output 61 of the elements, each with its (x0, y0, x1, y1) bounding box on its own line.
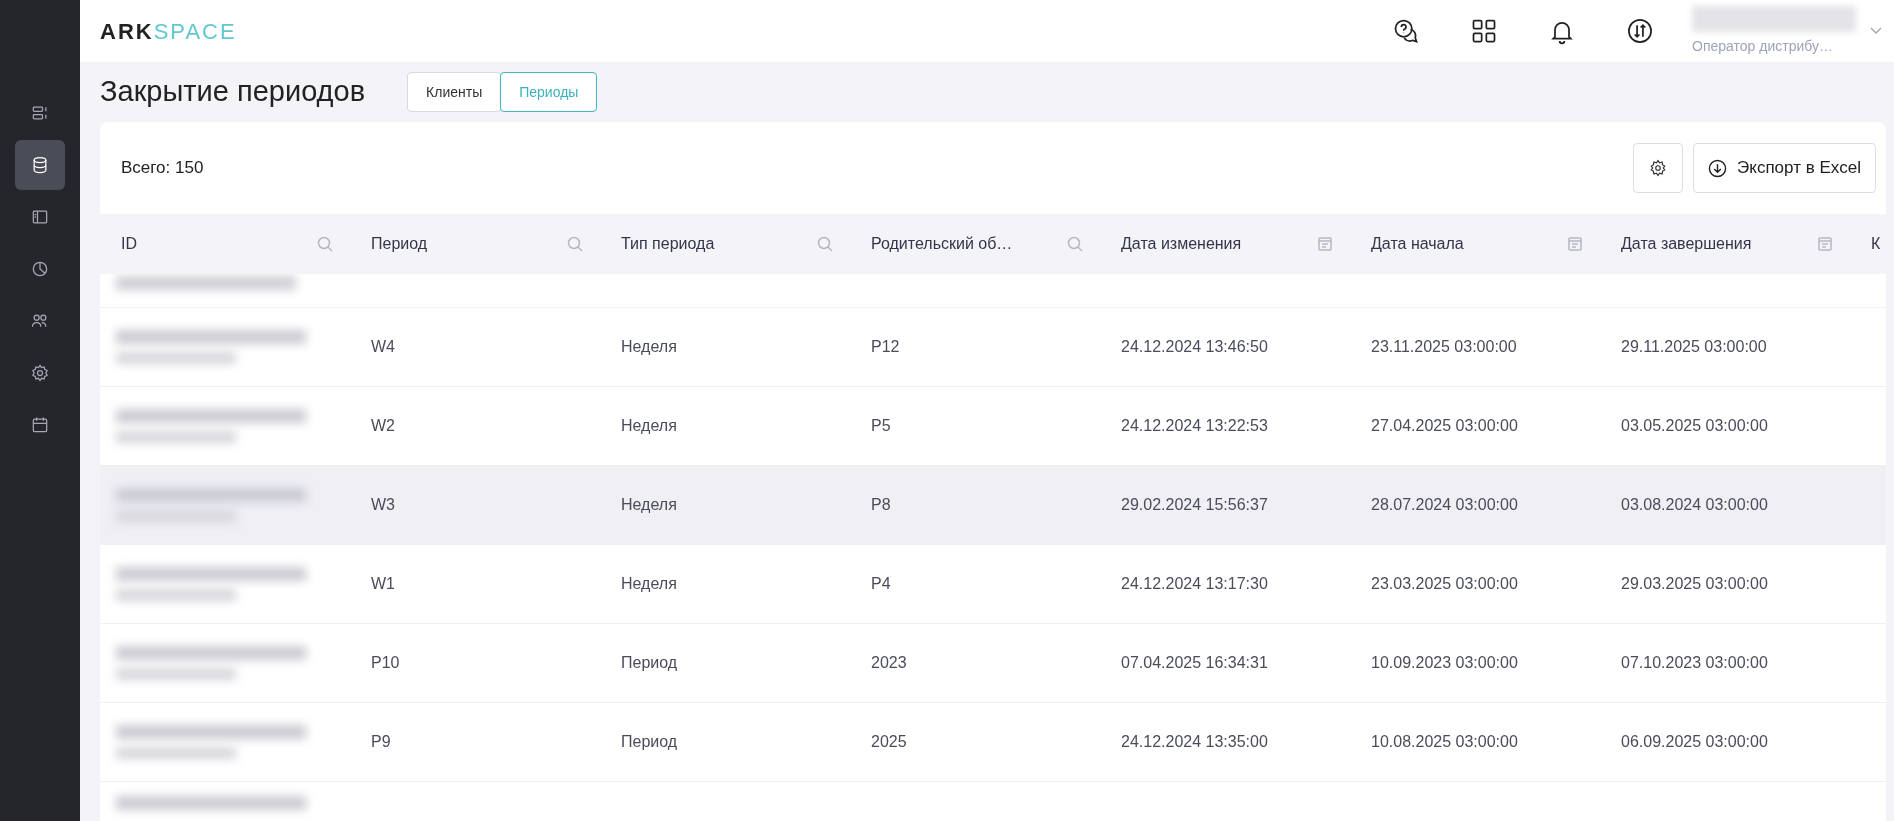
table-cell-text: 2025 (871, 732, 907, 752)
calendar-icon (30, 415, 50, 435)
pie-chart-icon (30, 259, 50, 279)
table-cell-text: 23.11.2025 03:00:00 (1371, 337, 1517, 357)
table-cell-text: P12 (871, 337, 900, 357)
table-cell-text: 03.08.2024 03:00:00 (1621, 495, 1768, 515)
logo: ARKSPACE (100, 17, 237, 46)
table-cell-text: Неделя (621, 574, 677, 594)
settings-button[interactable] (1633, 143, 1684, 193)
table-cell-text: 07.04.2025 16:34:31 (1121, 653, 1268, 673)
table-cell-text: P9 (371, 732, 391, 752)
column-header[interactable]: Дата начала (1371, 232, 1464, 256)
table-cell-text: Неделя (621, 337, 677, 357)
column-header[interactable]: Тип периода (621, 232, 715, 256)
column-header[interactable]: Дата завершения (1621, 232, 1752, 256)
table-cell-text: 2023 (871, 653, 907, 673)
table-cell-text: P5 (871, 416, 891, 436)
table-cell-text: Период (621, 653, 678, 673)
table-cell-text: W2 (371, 416, 395, 436)
table-cell-text: P8 (871, 495, 891, 515)
table-cell-text: P4 (871, 574, 891, 594)
table-cell-text: W3 (371, 495, 395, 515)
table-cell-text: P10 (371, 653, 400, 673)
column-header[interactable]: Родительский об… (871, 232, 1013, 256)
page-title: Закрытие периодов (100, 74, 366, 110)
total-count: Всего: 150 (121, 157, 204, 180)
table-cell-text: 03.05.2025 03:00:00 (1621, 416, 1768, 436)
table-cell-text: 10.09.2023 03:00:00 (1371, 653, 1518, 673)
table-cell-text: 27.04.2025 03:00:00 (1371, 416, 1518, 436)
table-cell-text: 29.02.2024 15:56:37 (1121, 495, 1268, 515)
chevron-down-icon[interactable] (1870, 27, 1882, 35)
table-cell-text: 28.07.2024 03:00:00 (1371, 495, 1518, 515)
help-chat-icon[interactable] (1392, 17, 1420, 45)
settings-icon (1649, 159, 1668, 177)
table-cell-text: 29.11.2025 03:00:00 (1621, 337, 1767, 357)
sync-arrows-icon[interactable] (1626, 17, 1654, 45)
table-cell-text: Период (621, 732, 678, 752)
column-header[interactable]: Дата изменения (1121, 232, 1242, 256)
column-header[interactable]: Период (371, 232, 428, 256)
tab[interactable]: Клиенты (407, 72, 502, 112)
sidebar-item[interactable] (15, 140, 65, 190)
table-cell-text: 24.12.2024 13:17:30 (1121, 574, 1268, 594)
table-cell-text: 24.12.2024 13:22:53 (1121, 416, 1268, 436)
table-cell-text: Неделя (621, 495, 677, 515)
table-cell-text: 10.08.2025 03:00:00 (1371, 732, 1518, 752)
apps-grid-icon[interactable] (1470, 17, 1498, 45)
table-cell-text: 24.12.2024 13:35:00 (1121, 732, 1268, 752)
column-header[interactable]: ID (121, 232, 137, 256)
column-header[interactable]: К (1871, 232, 1881, 256)
settings-icon (30, 363, 50, 383)
table-cell-text: W1 (371, 574, 395, 594)
export-button[interactable]: Экспорт в Excel (1693, 143, 1876, 193)
table-cell-text: 24.12.2024 13:46:50 (1121, 337, 1268, 357)
table-cell-text: 06.09.2025 03:00:00 (1621, 732, 1768, 752)
user-role: Оператор дистрибу… (1692, 36, 1834, 56)
table-cell-text: Неделя (621, 416, 677, 436)
table-cell-text: W4 (371, 337, 395, 357)
table-cell-text: 29.03.2025 03:00:00 (1621, 574, 1768, 594)
download-icon (1708, 158, 1728, 178)
table-cell-text: 07.10.2023 03:00:00 (1621, 653, 1768, 673)
table-cell-text: 23.03.2025 03:00:00 (1371, 574, 1518, 594)
